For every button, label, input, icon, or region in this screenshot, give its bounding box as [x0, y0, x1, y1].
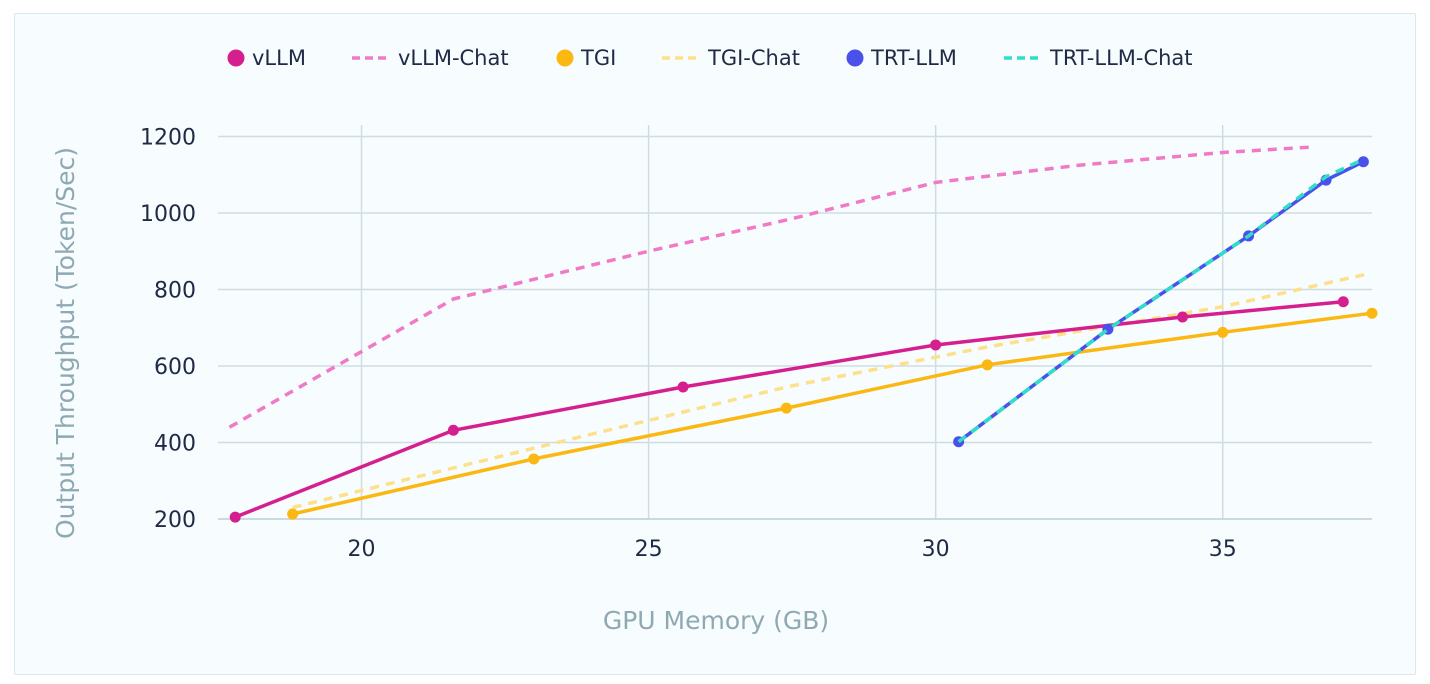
legend-item-vllm-chat: vLLM-Chat — [352, 46, 509, 70]
x-tick-label: 20 — [348, 537, 376, 562]
data-point-vllm — [229, 511, 241, 523]
y-tick-label: 600 — [154, 355, 196, 380]
data-point-tgi — [528, 453, 540, 465]
legend: vLLM vLLM-Chat TGI TGI-Chat TRT-LLM TRT-LLM-C… — [227, 46, 1193, 70]
data-point-tgi — [287, 508, 299, 520]
data-point-tgi — [1217, 326, 1229, 338]
legend-label-tgi: TGI — [580, 46, 616, 70]
series-trt-llm — [953, 156, 1369, 448]
y-tick-label: 200 — [154, 508, 196, 533]
grid-lines — [218, 125, 1372, 520]
series-tgi — [287, 307, 1378, 520]
x-axis-title: GPU Memory (GB) — [603, 606, 829, 635]
legend-label-vllm: vLLM — [252, 46, 306, 70]
series-vllm-chat — [228, 145, 1309, 429]
legend-item-tgi-chat: TGI-Chat — [662, 46, 800, 70]
legend-label-trt-llm-chat: TRT-LLM-Chat — [1049, 46, 1193, 70]
series-line-trt-llm — [957, 160, 1365, 444]
legend-swatch-vllm — [227, 49, 245, 67]
data-point-vllm — [1337, 296, 1349, 308]
legend-item-tgi: TGI — [556, 46, 616, 70]
line-chart: 200 400 600 800 1000 1200 20 25 30 35 GPU Memory (… — [51, 46, 1378, 635]
y-tick-label: 400 — [154, 431, 196, 456]
data-point-tgi — [1366, 307, 1378, 319]
data-point-trt-llm — [1357, 156, 1369, 168]
series-line-trt-llm-chat — [957, 157, 1365, 444]
x-tick-label: 30 — [922, 537, 950, 562]
data-point-vllm — [677, 381, 689, 393]
legend-swatch-trt-llm — [846, 49, 864, 67]
series-line-tgi — [292, 311, 1373, 516]
y-tick-label: 1200 — [140, 125, 196, 150]
y-tick-label: 800 — [154, 278, 196, 303]
series-trt-llm-chat — [957, 157, 1365, 444]
x-tick-label: 35 — [1209, 537, 1237, 562]
y-tick-label: 1000 — [140, 202, 196, 227]
x-tick-label: 25 — [635, 537, 663, 562]
legend-label-trt-llm: TRT-LLM — [870, 46, 957, 70]
data-point-tgi — [780, 402, 792, 414]
legend-item-vllm: vLLM — [227, 46, 306, 70]
series-tgi-chat — [292, 272, 1367, 510]
legend-swatch-tgi — [556, 49, 574, 67]
data-point-tgi — [981, 359, 993, 371]
data-point-vllm — [447, 424, 459, 436]
legend-item-trt-llm: TRT-LLM — [846, 46, 957, 70]
data-point-vllm — [1177, 311, 1189, 323]
legend-label-tgi-chat: TGI-Chat — [707, 46, 800, 70]
series-line-vllm-chat — [228, 145, 1309, 429]
series-line-tgi-chat — [292, 272, 1367, 510]
legend-item-trt-llm-chat: TRT-LLM-Chat — [1004, 46, 1193, 70]
data-point-vllm — [930, 339, 942, 351]
legend-label-vllm-chat: vLLM-Chat — [398, 46, 509, 70]
y-axis-title: Output Throughput (Token/Sec) — [51, 147, 80, 539]
